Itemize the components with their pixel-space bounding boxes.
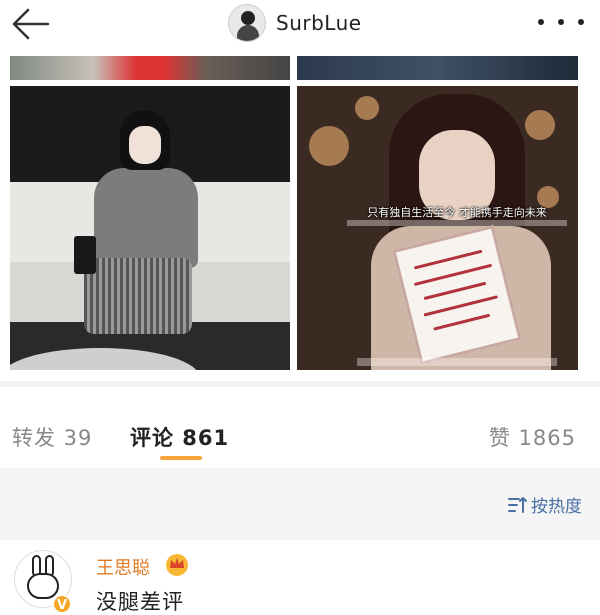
sort-icon [508,496,527,513]
sort-label: 按热度 [531,497,582,517]
photo-woman-on-sofa[interactable] [10,86,290,370]
profile-avatar[interactable] [228,4,266,42]
sort-button[interactable]: 按热度 [507,492,582,517]
comment-text: 没腿差评 [96,590,184,614]
top-bar: SurbLue [0,0,600,46]
verified-badge: V [52,594,72,614]
tab-repost[interactable]: 转发 39 [12,422,92,452]
tab-likes[interactable]: 赞 1865 [489,422,576,452]
tab-comments[interactable]: 评论 861 [130,422,229,452]
more-dots-icon[interactable] [538,16,584,28]
vip-crown-icon [166,554,188,576]
interaction-tabs: 转发 39 评论 861 赞 1865 [0,410,600,460]
section-divider [0,381,600,387]
active-tab-indicator [160,456,202,460]
profile-header[interactable]: SurbLue [228,4,362,42]
photo-top-left-partial[interactable] [10,56,290,80]
back-arrow-icon[interactable] [8,6,50,42]
subtitle-text: 只有独自生活至今 才能携手走向未来 [367,206,547,219]
comment-username[interactable]: 王思聪 [96,554,150,580]
page-title[interactable]: SurbLue [276,11,362,35]
photo-top-right-partial[interactable] [297,56,578,80]
photo-drama-still[interactable]: 只有独自生活至今 才能携手走向未来 [297,86,578,370]
comment-item[interactable]: V 王思聪 没腿差评 [0,540,600,615]
